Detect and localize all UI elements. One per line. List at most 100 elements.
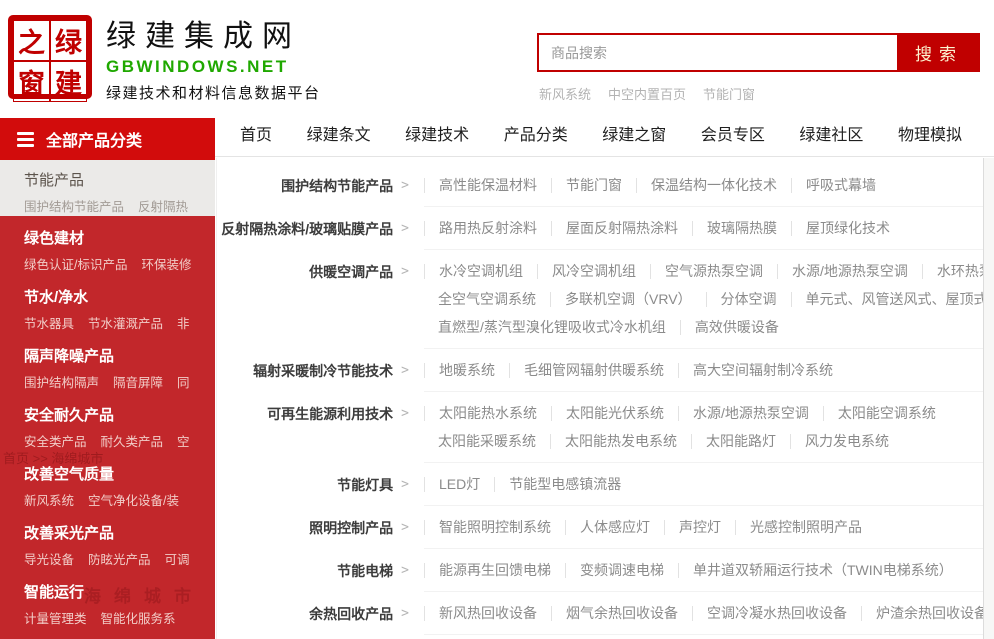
subcategory-link[interactable]: LED灯 [424,477,494,492]
sidebar-category-title[interactable]: 隔声降噪产品 [24,345,209,366]
nav-item[interactable]: 产品分类 [504,121,568,145]
subcategory-link[interactable]: 多联机空调（VRV） [550,292,706,307]
nav-item[interactable]: 绿建社区 [799,121,863,145]
sidebar-sub-link[interactable]: 可调 [165,549,190,568]
category-title-link[interactable]: 可再生能源利用技术 [267,400,393,428]
nav-item[interactable]: 首页 [240,121,272,145]
subcategory-link[interactable]: 太阳能光伏系统 [551,406,678,421]
hot-search-link[interactable]: 新风系统 [539,84,591,103]
sidebar-sub-link[interactable]: 绿色认证/标识产品 [24,254,127,273]
hot-search-link[interactable]: 中空内置百页 [608,84,686,103]
category-title-link[interactable]: 照明控制产品 [309,514,393,542]
subcategory-link[interactable]: 风力发电系统 [790,434,903,449]
nav-item[interactable]: 绿建之窗 [602,121,666,145]
nav-item[interactable]: 绿建技术 [405,121,469,145]
subcategory-link[interactable]: 分体空调 [706,292,791,307]
sidebar-sub-link[interactable]: 节水灌溉产品 [88,313,163,332]
subcategory-link[interactable]: 水源/地源热泵空调 [777,264,922,279]
sidebar-sub-link[interactable]: 安全类产品 [24,431,87,450]
sidebar-sub-link[interactable]: 计量管理类 [24,608,87,627]
category-title-link[interactable]: 节能电梯 [337,557,393,585]
sidebar-category-item[interactable]: 改善采光产品导光设备防眩光产品可调 [0,511,215,570]
sidebar-sub-link[interactable]: 同 [177,372,190,391]
subcategory-link[interactable]: 太阳能空调系统 [823,406,950,421]
subcategory-link[interactable]: 人体感应灯 [565,520,664,535]
sidebar-sub-link[interactable]: 节水器具 [24,313,74,332]
subcategory-link[interactable]: 太阳能路灯 [691,434,790,449]
subcategory-link[interactable]: 毛细管网辐射供暖系统 [509,363,678,378]
site-logo[interactable]: 之绿窗建 绿建集成网 GBWINDOWS.NET 绿建技术和材料信息数据平台 [8,15,321,103]
subcategory-link[interactable]: 直燃型/蒸汽型溴化锂吸收式冷水机组 [424,320,680,335]
all-categories-header[interactable]: 全部产品分类 [0,118,215,160]
sidebar-category-item[interactable]: 节能产品围护结构节能产品反射隔热 [0,160,215,216]
sidebar-sub-link[interactable]: 反射隔热 [138,196,188,215]
sidebar-category-title[interactable]: 绿色建材 [24,227,209,248]
category-title-link[interactable]: 辐射采暖制冷节能技术 [253,357,393,385]
subcategory-link[interactable]: 太阳能热发电系统 [550,434,691,449]
subcategory-link[interactable]: 水环热泵空调 [922,264,983,279]
hot-search-link[interactable]: 节能门窗 [703,84,755,103]
category-title-link[interactable]: 余热回收产品 [309,600,393,628]
subcategory-link[interactable]: 单井道双轿厢运行技术（TWIN电梯系统） [678,563,967,578]
category-title-link[interactable]: 供暖空调产品 [309,258,393,286]
sidebar-category-item[interactable]: 节水/净水节水器具节水灌溉产品非 [0,275,215,334]
sidebar-sub-link[interactable]: 围护结构节能产品 [24,196,124,215]
sidebar-sub-link[interactable]: 智能化服务系 [101,608,176,627]
subcategory-link[interactable]: 路用热反射涂料 [424,221,551,236]
sidebar-category-item[interactable]: 智能运行计量管理类智能化服务系 [0,570,215,629]
nav-item[interactable]: 会员专区 [701,121,765,145]
search-input[interactable] [537,33,897,72]
subcategory-link[interactable]: 高大空间辐射制冷系统 [678,363,847,378]
subcategory-link[interactable]: 空调冷凝水热回收设备 [692,606,861,621]
subcategory-link[interactable]: 水源/地源热泵空调 [678,406,823,421]
sidebar-category-title[interactable]: 智能运行 [24,581,209,602]
sidebar-category-item[interactable]: 绿色建材绿色认证/标识产品环保装修 [0,216,215,275]
sidebar-category-item[interactable]: 改善空气质量新风系统空气净化设备/装 [0,452,215,511]
subcategory-link[interactable]: 保温结构一体化技术 [636,178,791,193]
subcategory-link[interactable]: 玻璃隔热膜 [692,221,791,236]
nav-item[interactable]: 物理模拟 [898,121,962,145]
category-title-link[interactable]: 围护结构节能产品 [281,172,393,200]
subcategory-link[interactable]: 全空气空调系统 [424,292,550,307]
subcategory-link[interactable]: 节能门窗 [551,178,636,193]
subcategory-link[interactable]: 新风热回收设备 [424,606,551,621]
subcategory-link[interactable]: 变频调速电梯 [565,563,678,578]
subcategory-link[interactable]: 光感控制照明产品 [735,520,876,535]
subcategory-link[interactable]: 地暖系统 [424,363,509,378]
subcategory-link[interactable]: 水冷空调机组 [424,264,537,279]
subcategory-link[interactable]: 烟气余热回收设备 [551,606,692,621]
sidebar-sub-link[interactable]: 非 [177,313,190,332]
subcategory-link[interactable]: 太阳能热水系统 [424,406,551,421]
subcategory-link[interactable]: 空气源热泵空调 [650,264,777,279]
subcategory-link[interactable]: 单元式、风管送风式、屋顶式空调机组 [791,292,983,307]
sidebar-sub-link[interactable]: 空气净化设备/装 [88,490,179,509]
sidebar-sub-link[interactable]: 耐久类产品 [101,431,164,450]
nav-item[interactable]: 绿建条文 [307,121,371,145]
sidebar-category-title[interactable]: 改善空气质量 [24,463,209,484]
subcategory-link[interactable]: 呼吸式幕墙 [791,178,890,193]
subcategory-link[interactable]: 智能照明控制系统 [424,520,565,535]
sidebar-sub-link[interactable]: 导光设备 [24,549,74,568]
sidebar-sub-link[interactable]: 隔音屏障 [113,372,163,391]
sidebar-sub-link[interactable]: 防眩光产品 [88,549,151,568]
subcategory-link[interactable]: 炉渣余热回收设备 [861,606,983,621]
sidebar-category-item[interactable]: 隔声降噪产品围护结构隔声隔音屏障同 [0,334,215,393]
sidebar-sub-link[interactable]: 围护结构隔声 [24,372,99,391]
sidebar-category-title[interactable]: 安全耐久产品 [24,404,209,425]
subcategory-link[interactable]: 风冷空调机组 [537,264,650,279]
subcategory-link[interactable]: 太阳能采暖系统 [424,434,550,449]
subcategory-link[interactable]: 声控灯 [664,520,735,535]
sidebar-category-item[interactable]: 安全耐久产品安全类产品耐久类产品空 [0,393,215,452]
search-button[interactable]: 搜索 [897,33,980,72]
subcategory-link[interactable]: 高效供暖设备 [680,320,793,335]
sidebar-sub-link[interactable]: 空 [177,431,190,450]
sidebar-category-title[interactable]: 节能产品 [24,169,209,190]
subcategory-link[interactable]: 节能型电感镇流器 [494,477,635,492]
category-title-link[interactable]: 节能灯具 [337,471,393,499]
sidebar-sub-link[interactable]: 环保装修 [141,254,191,273]
category-title-link[interactable]: 反射隔热涂料/玻璃贴膜产品 [221,215,393,243]
sidebar-category-title[interactable]: 改善采光产品 [24,522,209,543]
subcategory-link[interactable]: 高性能保温材料 [424,178,551,193]
subcategory-link[interactable]: 能源再生回馈电梯 [424,563,565,578]
sidebar-sub-link[interactable]: 新风系统 [24,490,74,509]
